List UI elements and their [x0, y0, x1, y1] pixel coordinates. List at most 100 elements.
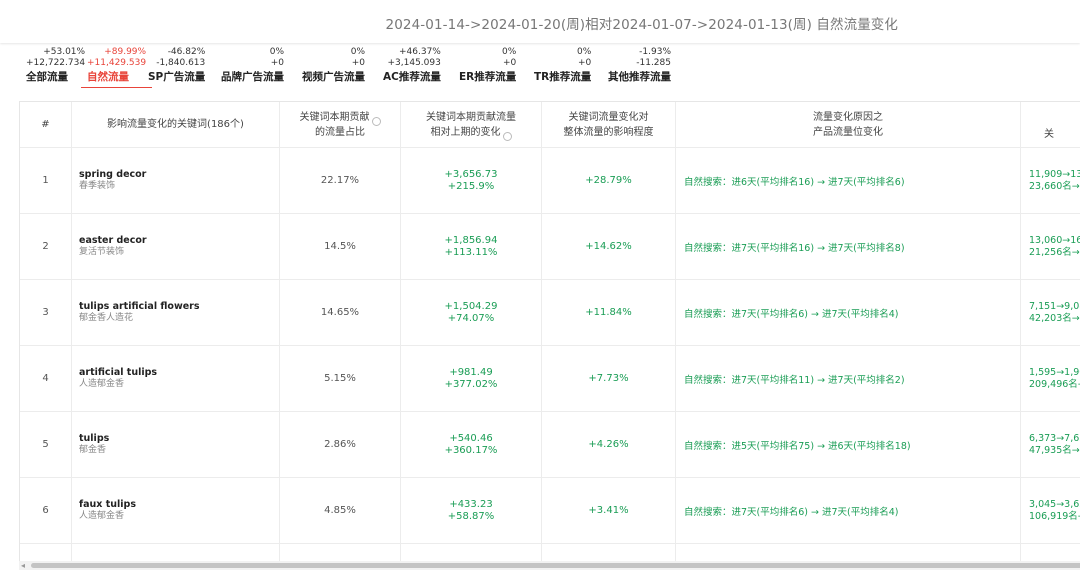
rank-line1: 6,373→7,65 [1029, 432, 1080, 444]
tab-change-abs: +0 [270, 58, 284, 68]
horizontal-scrollbar[interactable]: ◂ [19, 561, 1080, 570]
contrib-pct: +377.02% [444, 378, 498, 390]
tab-change-pct: -46.82% [167, 47, 206, 57]
rank-line1: 13,060→16, [1029, 234, 1080, 246]
tab-ac-recommend-traffic[interactable]: +46.37% +3,145.093 AC推荐流量 [383, 47, 441, 85]
tab-change-pct: +53.01% [43, 47, 86, 57]
table-row[interactable]: 6 faux tulips 人造郁金香 4.85% +433.23 +58.87… [20, 478, 1080, 544]
col-header-impact-line1: 关键词流量变化对 [568, 111, 649, 123]
contrib-abs: +981.49 [449, 366, 493, 378]
tab-change-pct: 0% [350, 47, 365, 57]
col-header-index: # [20, 102, 72, 147]
contrib-pct: +113.11% [444, 246, 498, 258]
active-tab-underline [81, 87, 153, 88]
tab-all-traffic[interactable]: +53.01% +12,722.734 全部流量 [26, 47, 85, 85]
keyword-cell: spring decor 春季装饰 [72, 148, 280, 213]
contrib-cell: +981.49 +377.02% [401, 346, 542, 411]
table-row[interactable]: 3 tulips artificial flowers 郁金香人造花 14.65… [20, 280, 1080, 346]
col-header-impact[interactable]: 关键词流量变化对 整体流量的影响程度 [542, 102, 676, 147]
rank-line2: 42,203名→ [1029, 312, 1080, 324]
table-row[interactable]: 4 artificial tulips 人造郁金香 5.15% +981.49 … [20, 346, 1080, 412]
keyword-cn: 人造郁金香 [79, 511, 125, 521]
col-header-contrib-line2: 相对上期的变化 [430, 126, 501, 138]
tab-change-abs: -11.285 [636, 58, 671, 68]
col-header-next-text: 关 [1044, 129, 1054, 140]
col-header-contrib-line1: 关键词本期贡献流量 [426, 111, 516, 123]
contrib-abs: +3,656.73 [444, 168, 498, 180]
rank-cell: 11,909→13, 23,660名→ [1021, 148, 1080, 213]
contrib-abs: +540.46 [449, 432, 493, 444]
tab-video-ad-traffic[interactable]: 0% +0 视频广告流量 [302, 47, 365, 85]
tab-change-abs: +12,722.734 [26, 58, 86, 68]
contrib-abs: +1,856.94 [444, 234, 498, 246]
comparison-period-title: 2024-01-14->2024-01-20(周)相对2024-01-07->2… [385, 17, 898, 33]
keyword-cn: 复活节装饰 [79, 247, 125, 257]
empty-cell [72, 544, 280, 562]
tab-label: AC推荐流量 [383, 71, 441, 83]
reason-cell: 自然搜索：进7天(平均排名11) → 进7天(平均排名2) [676, 346, 1021, 411]
empty-cell [20, 544, 72, 562]
keyword-cn: 人造郁金香 [79, 379, 125, 389]
tab-label: SP广告流量 [148, 71, 206, 83]
impact-cell: +28.79% [542, 148, 676, 213]
tab-er-recommend-traffic[interactable]: 0% +0 ER推荐流量 [459, 47, 516, 85]
tab-sp-ad-traffic[interactable]: -46.82% -1,840.613 SP广告流量 [148, 47, 205, 85]
keyword-cell: artificial tulips 人造郁金香 [72, 346, 280, 411]
tab-change-abs: -1,840.613 [156, 58, 206, 68]
impact-cell: +3.41% [542, 478, 676, 543]
tab-change-abs: +11,429.539 [87, 58, 147, 68]
tab-other-recommend-traffic[interactable]: -1.93% -11.285 其他推荐流量 [608, 47, 671, 85]
contrib-pct: +58.87% [447, 510, 495, 522]
share-cell: 14.5% [280, 214, 401, 279]
keyword-en: artificial tulips [79, 367, 158, 378]
empty-cell [676, 544, 1021, 562]
table-row-partial [20, 544, 1080, 562]
reason-cell: 自然搜索：进5天(平均排名75) → 进6天(平均排名18) [676, 412, 1021, 477]
tab-label: 自然流量 [87, 71, 129, 83]
col-header-impact-line2: 整体流量的影响程度 [563, 126, 654, 138]
impact-cell: +7.73% [542, 346, 676, 411]
rank-cell: 7,151→9,08 42,203名→ [1021, 280, 1080, 345]
contrib-cell: +3,656.73 +215.9% [401, 148, 542, 213]
col-header-reason: 流量变化原因之 产品流量位变化 [676, 102, 1021, 147]
share-cell: 2.86% [280, 412, 401, 477]
reason-cell: 自然搜索：进7天(平均排名6) → 进7天(平均排名4) [676, 280, 1021, 345]
keyword-en: easter decor [79, 235, 147, 246]
tab-change-pct: +89.99% [104, 47, 147, 57]
contrib-pct: +215.9% [447, 180, 495, 192]
rank-cell: 6,373→7,65 47,935名→ [1021, 412, 1080, 477]
keyword-cn: 春季装饰 [79, 181, 116, 191]
sort-icon[interactable] [371, 117, 381, 126]
tab-change-pct: +46.37% [398, 47, 441, 57]
tab-change-abs: +0 [577, 58, 592, 68]
table-row[interactable]: 2 easter decor 复活节装饰 14.5% +1,856.94 +11… [20, 214, 1080, 280]
col-header-contrib-change[interactable]: 关键词本期贡献流量 相对上期的变化 [401, 102, 542, 147]
rank-line2: 47,935名→ [1029, 444, 1080, 456]
impact-cell: +4.26% [542, 412, 676, 477]
scroll-left-icon[interactable]: ◂ [21, 561, 25, 570]
row-index: 4 [20, 346, 72, 411]
share-cell: 14.65% [280, 280, 401, 345]
contrib-abs: +1,504.29 [444, 300, 498, 312]
row-index: 5 [20, 412, 72, 477]
tab-brand-ad-traffic[interactable]: 0% +0 品牌广告流量 [221, 47, 284, 85]
empty-cell [542, 544, 676, 562]
tab-tr-recommend-traffic[interactable]: 0% +0 TR推荐流量 [534, 47, 591, 85]
empty-cell [280, 544, 401, 562]
scrollbar-thumb[interactable] [31, 563, 1080, 568]
tab-label: 全部流量 [26, 71, 68, 83]
rank-line1: 3,045→3,62 [1029, 498, 1080, 510]
col-header-keyword: 影响流量变化的关键词(186个) [72, 102, 280, 147]
table-row[interactable]: 5 tulips 郁金香 2.86% +540.46 +360.17% +4.2… [20, 412, 1080, 478]
col-header-share[interactable]: 关键词本期贡献 的流量占比 [280, 102, 401, 147]
impact-cell: +11.84% [542, 280, 676, 345]
tab-change-pct: 0% [269, 47, 284, 57]
sort-icon[interactable] [502, 132, 512, 141]
table-row[interactable]: 1 spring decor 春季装饰 22.17% +3,656.73 +21… [20, 148, 1080, 214]
tab-organic-traffic[interactable]: +89.99% +11,429.539 自然流量 [81, 47, 153, 88]
impact-cell: +14.62% [542, 214, 676, 279]
contrib-abs: +433.23 [449, 498, 493, 510]
rank-line2: 23,660名→ [1029, 180, 1080, 192]
tab-change-pct: -1.93% [639, 47, 671, 57]
rank-line2: 106,919名→ [1029, 510, 1080, 522]
